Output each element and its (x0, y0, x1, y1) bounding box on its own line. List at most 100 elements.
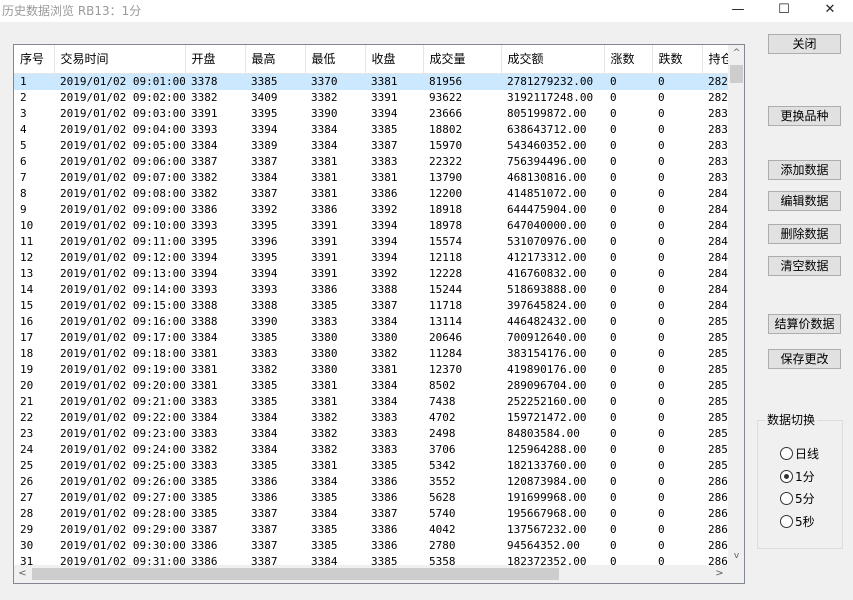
minimize-button[interactable]: — (715, 0, 761, 22)
save-changes-button[interactable]: 保存更改 (768, 349, 841, 369)
table-cell: 2019/01/02 09:23:00 (60, 426, 185, 440)
table-cell: 2019/01/02 09:22:00 (60, 410, 185, 424)
table-row[interactable]: 19 2019/01/02 09:19:00 3381 3382 3380 3381 123… (14, 362, 728, 378)
data-switch-radio-option[interactable]: 5秒 (780, 513, 815, 529)
data-switch-radio-option[interactable]: 5分 (780, 490, 815, 506)
table-row[interactable]: 20 2019/01/02 09:20:00 3381 3385 3381 3384 850… (14, 378, 728, 394)
table-cell: 137567232.00 (507, 522, 587, 536)
column-header[interactable]: 最高 (245, 45, 306, 74)
table-cell: 0 (658, 266, 665, 280)
table-cell: 0 (610, 490, 617, 504)
table-row[interactable]: 26 2019/01/02 09:26:00 3385 3386 3384 3386 355… (14, 474, 728, 490)
add-data-button[interactable]: 添加数据 (768, 160, 841, 180)
column-header[interactable]: 涨数 (604, 45, 653, 74)
table-row[interactable]: 21 2019/01/02 09:21:00 3383 3385 3381 3384 743… (14, 394, 728, 410)
table-cell: 3381 (311, 458, 338, 472)
table-cell: 412173312.00 (507, 250, 587, 264)
horizontal-scroll-thumb[interactable] (32, 568, 559, 580)
table-cell: 3386 (371, 474, 398, 488)
radio-button-icon[interactable] (780, 469, 793, 483)
table-cell: 286 (708, 506, 728, 520)
table-row[interactable]: 6 2019/01/02 09:06:00 3387 3387 3381 3383 2232… (14, 154, 728, 170)
history-data-grid[interactable]: 序号交易时间开盘最高最低收盘成交量成交额涨数跌数持仓 12019/01/02 0… (13, 44, 745, 584)
table-cell: 3386 (191, 554, 218, 566)
settlement-price-data-button[interactable]: 结算价数据 (768, 314, 841, 334)
horizontal-scrollbar[interactable]: < > (14, 565, 728, 583)
maximize-button[interactable]: ☐ (761, 0, 807, 22)
column-header[interactable]: 成交额 (501, 45, 605, 74)
radio-button-icon[interactable] (780, 514, 793, 528)
close-button[interactable]: 关闭 (768, 34, 841, 54)
table-cell: 9 (20, 202, 27, 216)
scroll-right-arrow-icon[interactable]: > (711, 565, 728, 583)
change-product-button[interactable]: 更换品种 (768, 106, 841, 126)
table-cell: 94564352.00 (507, 538, 580, 552)
table-row[interactable]: 11 2019/01/02 09:11:00 3395 3396 3391 3394 155… (14, 234, 728, 250)
column-header[interactable]: 序号 (14, 45, 55, 74)
table-row[interactable]: 5 2019/01/02 09:05:00 3384 3389 3384 3387 1597… (14, 138, 728, 154)
vertical-scroll-thumb[interactable] (730, 65, 743, 83)
table-row[interactable]: 1 2019/01/02 09:01:00 3378 3385 3370 3381 8195… (14, 73, 728, 90)
table-cell: 20 (20, 378, 34, 392)
table-row[interactable]: 22 2019/01/02 09:22:00 3384 3384 3382 3383 470… (14, 410, 728, 426)
column-header[interactable]: 交易时间 (54, 45, 186, 74)
table-row[interactable]: 18 2019/01/02 09:18:00 3381 3383 3380 3382 112… (14, 346, 728, 362)
scroll-down-arrow-icon[interactable]: v (728, 548, 744, 565)
table-row[interactable]: 16 2019/01/02 09:16:00 3388 3390 3383 3384 131… (14, 314, 728, 330)
table-row[interactable]: 12 2019/01/02 09:12:00 3394 3395 3391 3394 121… (14, 250, 728, 266)
scroll-up-arrow-icon[interactable]: ^ (728, 45, 744, 62)
table-row[interactable]: 27 2019/01/02 09:27:00 3385 3386 3385 3386 562… (14, 490, 728, 506)
table-cell: 3387 (251, 554, 278, 566)
table-row[interactable]: 25 2019/01/02 09:25:00 3383 3385 3381 3385 534… (14, 458, 728, 474)
table-cell: 3382 (191, 186, 218, 200)
table-cell: 284 (708, 234, 728, 248)
table-cell: 3383 (251, 346, 278, 360)
table-row[interactable]: 31 2019/01/02 09:31:00 3386 3387 3384 3385 535… (14, 554, 728, 566)
table-row[interactable]: 29 2019/01/02 09:29:00 3387 3387 3385 3386 404… (14, 522, 728, 538)
table-row[interactable]: 9 2019/01/02 09:09:00 3386 3392 3386 3392 1891… (14, 202, 728, 218)
table-cell: 3388 (191, 298, 218, 312)
table-row[interactable]: 2 2019/01/02 09:02:00 3382 3409 3382 3391 9362… (14, 90, 728, 106)
table-body: 1 2019/01/02 09:01:00 3378 3385 3370 3381 8195… (14, 73, 728, 565)
table-cell: 3391 (311, 266, 338, 280)
column-header[interactable]: 跌数 (652, 45, 703, 74)
table-row[interactable]: 15 2019/01/02 09:15:00 3388 3388 3385 3387 117… (14, 298, 728, 314)
table-cell: 3385 (245, 73, 305, 90)
table-cell: 0 (610, 506, 617, 520)
table-cell: 0 (658, 538, 665, 552)
table-cell: 289096704.00 (507, 378, 587, 392)
table-row[interactable]: 24 2019/01/02 09:24:00 3382 3384 3382 3383 370… (14, 442, 728, 458)
edit-data-button[interactable]: 编辑数据 (768, 191, 841, 211)
table-row[interactable]: 14 2019/01/02 09:14:00 3393 3393 3386 3388 152… (14, 282, 728, 298)
column-header[interactable]: 成交量 (423, 45, 502, 74)
table-cell: 416760832.00 (507, 266, 587, 280)
table-cell: 3381 (191, 378, 218, 392)
table-row[interactable]: 30 2019/01/02 09:30:00 3386 3387 3385 3386 278… (14, 538, 728, 554)
table-cell: 2019/01/02 09:26:00 (60, 474, 185, 488)
window-close-button[interactable]: ✕ (807, 0, 853, 22)
column-header[interactable]: 开盘 (185, 45, 246, 74)
radio-button-icon[interactable] (780, 491, 793, 505)
clear-data-button[interactable]: 清空数据 (768, 256, 841, 276)
table-row[interactable]: 4 2019/01/02 09:04:00 3393 3394 3384 3385 1880… (14, 122, 728, 138)
table-cell: 0 (658, 186, 665, 200)
table-row[interactable]: 8 2019/01/02 09:08:00 3382 3387 3381 3386 1220… (14, 186, 728, 202)
table-row[interactable]: 23 2019/01/02 09:23:00 3383 3384 3382 3383 249… (14, 426, 728, 442)
table-row[interactable]: 3 2019/01/02 09:03:00 3391 3395 3390 3394 2366… (14, 106, 728, 122)
vertical-scrollbar[interactable]: ^ v (728, 45, 744, 565)
radio-label: 5秒 (795, 514, 815, 529)
table-row[interactable]: 17 2019/01/02 09:17:00 3384 3385 3380 3380 206… (14, 330, 728, 346)
data-switch-radio-option[interactable]: 1分 (780, 468, 815, 484)
column-header[interactable]: 收盘 (365, 45, 424, 74)
table-cell: 3384 (191, 410, 218, 424)
radio-button-icon[interactable] (780, 446, 793, 460)
table-row[interactable]: 13 2019/01/02 09:13:00 3394 3394 3391 3392 122… (14, 266, 728, 282)
table-row[interactable]: 7 2019/01/02 09:07:00 3382 3384 3381 3381 1379… (14, 170, 728, 186)
delete-data-button[interactable]: 删除数据 (768, 224, 841, 244)
column-header[interactable]: 最低 (305, 45, 366, 74)
data-switch-radio-option[interactable]: 日线 (780, 445, 819, 461)
column-header[interactable]: 持仓 (702, 45, 728, 74)
table-row[interactable]: 10 2019/01/02 09:10:00 3393 3395 3391 3394 189… (14, 218, 728, 234)
scroll-left-arrow-icon[interactable]: < (14, 565, 31, 583)
table-row[interactable]: 28 2019/01/02 09:28:00 3385 3387 3384 3387 574… (14, 506, 728, 522)
